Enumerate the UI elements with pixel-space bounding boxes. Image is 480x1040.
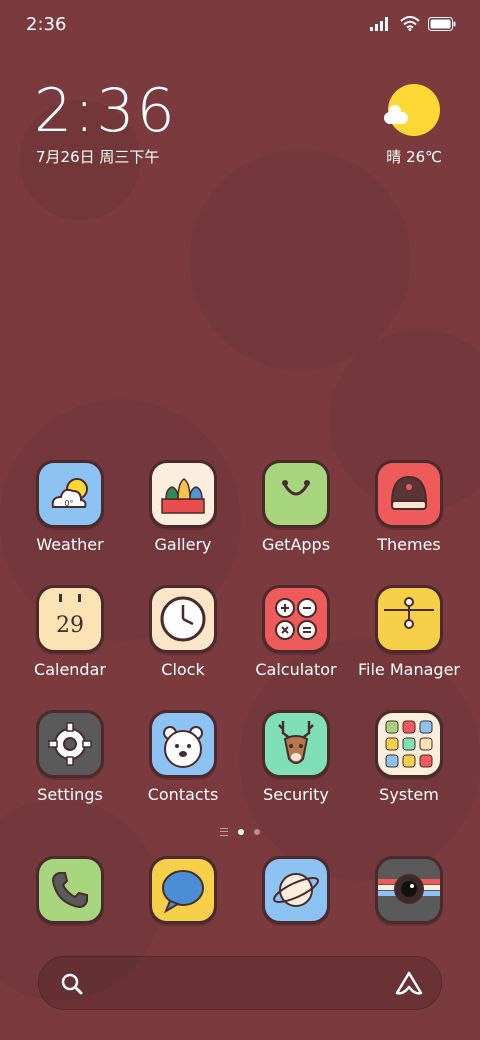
search-bar[interactable] xyxy=(38,956,442,1010)
calendar-icon-day: 29 xyxy=(56,613,84,638)
security-icon xyxy=(262,710,330,778)
contacts-icon xyxy=(149,710,217,778)
app-gallery[interactable]: Gallery xyxy=(128,460,238,554)
themes-icon xyxy=(375,460,443,528)
app-label: Security xyxy=(263,785,329,804)
signal-icon xyxy=(370,16,388,31)
app-contacts[interactable]: Contacts xyxy=(128,710,238,804)
calculator-icon xyxy=(262,585,330,653)
app-label: GetApps xyxy=(261,535,331,554)
app-getapps[interactable]: GetApps xyxy=(241,460,351,554)
dock-browser[interactable] xyxy=(241,856,351,924)
assistant-icon[interactable] xyxy=(395,971,423,997)
battery-icon xyxy=(428,16,456,31)
app-settings[interactable]: Settings xyxy=(15,710,125,804)
sun-cloud-icon xyxy=(384,84,440,136)
page-dot-1[interactable] xyxy=(238,829,244,835)
page-indicator xyxy=(0,828,480,836)
weather-widget[interactable] xyxy=(384,84,444,136)
app-system-folder[interactable]: System xyxy=(354,710,464,804)
status-bar: 2:36 xyxy=(0,0,480,50)
page-indicator-menu-icon[interactable] xyxy=(220,828,228,836)
app-label: Themes xyxy=(377,535,441,554)
app-label: File Manager xyxy=(358,660,460,679)
app-weather[interactable]: 0° Weather xyxy=(15,460,125,554)
weather-icon-temp: 0° xyxy=(64,499,73,508)
app-label: Weather xyxy=(36,535,104,554)
status-icons xyxy=(370,16,456,31)
app-label: System xyxy=(379,785,439,804)
app-security[interactable]: Security xyxy=(241,710,351,804)
app-label: Gallery xyxy=(154,535,212,554)
getapps-icon xyxy=(262,460,330,528)
system-folder-icon xyxy=(375,710,443,778)
app-file-manager[interactable]: File Manager xyxy=(354,585,464,679)
wifi-icon xyxy=(400,16,420,31)
app-label: Calculator xyxy=(255,660,337,679)
clock-widget-time[interactable]: 2:36 xyxy=(34,76,177,146)
app-label: Clock xyxy=(161,660,205,679)
app-calendar[interactable]: 29 Calendar xyxy=(15,585,125,679)
phone-icon xyxy=(36,856,104,924)
weather-icon: 0° xyxy=(36,460,104,528)
app-label: Contacts xyxy=(147,785,219,804)
clock-icon xyxy=(149,585,217,653)
app-clock[interactable]: Clock xyxy=(128,585,238,679)
dock-camera[interactable] xyxy=(354,856,464,924)
page-dot-2[interactable] xyxy=(254,829,260,835)
dock-phone[interactable] xyxy=(15,856,125,924)
app-themes[interactable]: Themes xyxy=(354,460,464,554)
dock-messages[interactable] xyxy=(128,856,238,924)
browser-icon xyxy=(262,856,330,924)
weather-widget-text[interactable]: 晴 26℃ xyxy=(386,146,442,167)
camera-icon xyxy=(375,856,443,924)
settings-icon xyxy=(36,710,104,778)
search-icon[interactable] xyxy=(61,973,83,995)
clock-widget-date[interactable]: 7月26日 周三下午 xyxy=(36,146,159,167)
status-time: 2:36 xyxy=(26,14,67,35)
messages-icon xyxy=(149,856,217,924)
calendar-icon: 29 xyxy=(36,585,104,653)
app-label: Settings xyxy=(37,785,103,804)
file-manager-icon xyxy=(375,585,443,653)
app-label: Calendar xyxy=(34,660,106,679)
app-calculator[interactable]: Calculator xyxy=(241,585,351,679)
gallery-icon xyxy=(149,460,217,528)
